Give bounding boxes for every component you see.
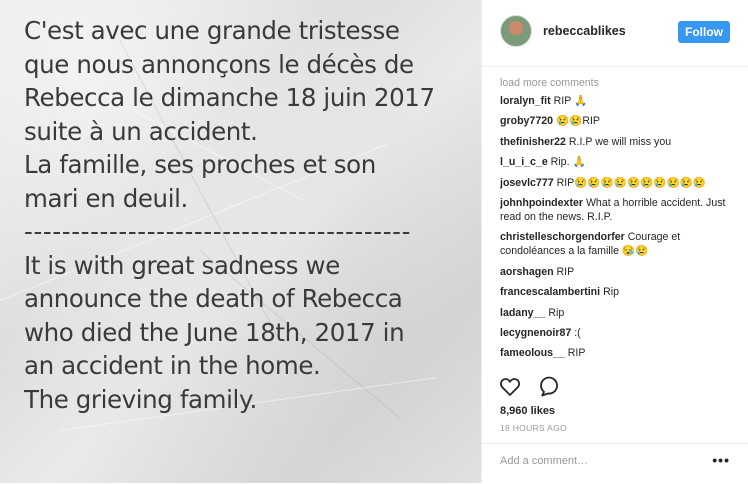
- comment-item: aorshagen RIP: [500, 265, 734, 279]
- comment-text: RIP😢😢😢😢😢😢😢😢😢😢: [556, 176, 707, 189]
- comment-icon[interactable]: [540, 376, 558, 397]
- comment-text: :(: [574, 326, 581, 339]
- text-line: mari en deuil.: [24, 183, 188, 213]
- comment-text: 😢😢RIP: [555, 115, 600, 128]
- comments-list: load more comments loralyn_fit RIP 🙏 grob…: [500, 76, 734, 366]
- comment-username[interactable]: johnhpoindexter: [500, 197, 583, 209]
- announcement-text: C'est avec une grande tristesse que nous…: [24, 14, 474, 416]
- text-line: Rebecca le dimanche 18 juin 2017: [24, 83, 435, 112]
- text-line: who died the June 18th, 2017 in: [24, 317, 405, 347]
- divider-line: ----------------------------------------…: [24, 217, 412, 246]
- add-comment-bar: Add a comment… •••: [482, 443, 748, 484]
- text-line: an accident in the home.: [24, 351, 321, 380]
- text-line: suite à un accident.: [24, 116, 258, 146]
- comment-text: RIP: [567, 347, 586, 360]
- comment-username[interactable]: christelleschorgendorfer: [500, 231, 625, 243]
- text-line: The grieving family.: [24, 384, 257, 414]
- comment-item: fameolous__ RIP: [500, 346, 734, 360]
- comment-username[interactable]: lecygnenoir87: [500, 327, 571, 339]
- comment-text: Rip: [603, 286, 619, 299]
- comment-item: christelleschorgendorfer Courage et cond…: [500, 230, 734, 258]
- comment-username[interactable]: ladany__: [500, 307, 545, 319]
- username-link[interactable]: rebeccablikes: [543, 24, 626, 38]
- comment-item: francescalambertini Rip: [500, 285, 734, 299]
- comment-username[interactable]: francescalambertini: [500, 286, 600, 298]
- post-photo[interactable]: C'est avec une grande tristesse que nous…: [0, 0, 481, 483]
- comment-item: thefinisher22 R.I.P we will miss you: [500, 135, 734, 149]
- post-sidebar: rebeccablikes Follow load more comments …: [481, 0, 748, 483]
- post-timestamp[interactable]: 18 HOURS AGO: [500, 423, 567, 433]
- post-header: rebeccablikes Follow: [482, 0, 748, 67]
- comment-text: RIP: [556, 265, 575, 278]
- comment-text: RIP 🙏: [553, 95, 588, 107]
- comment-item: lecygnenoir87 :(: [500, 326, 734, 340]
- text-line: It is with great sadness we: [24, 250, 340, 280]
- comment-item: loralyn_fit RIP 🙏: [500, 94, 734, 108]
- text-line: announce the death of Rebecca: [24, 284, 403, 313]
- text-line: La famille, ses proches et son: [24, 150, 376, 179]
- comment-item: johnhpoindexter What a horrible accident…: [500, 196, 734, 224]
- more-options-icon[interactable]: •••: [712, 452, 730, 468]
- comment-text: Rip: [548, 306, 565, 319]
- comment-username[interactable]: josevlc777: [500, 177, 554, 189]
- text-line: que nous annonçons le décès de: [24, 49, 414, 79]
- comment-username[interactable]: thefinisher22: [500, 136, 566, 148]
- likes-count[interactable]: 8,960 likes: [500, 405, 555, 417]
- follow-button[interactable]: Follow: [678, 21, 730, 43]
- text-line: C'est avec une grande tristesse: [24, 16, 400, 45]
- comment-item: groby7720 😢😢RIP: [500, 114, 734, 128]
- action-bar: [500, 376, 570, 398]
- comment-username[interactable]: loralyn_fit: [500, 95, 551, 107]
- add-comment-input[interactable]: Add a comment…: [500, 455, 588, 467]
- comment-item: josevlc777 RIP😢😢😢😢😢😢😢😢😢😢: [500, 176, 734, 190]
- comment-username[interactable]: aorshagen: [500, 266, 554, 278]
- comment-text: R.I.P we will miss you: [568, 135, 672, 148]
- comment-item: ladany__ Rip: [500, 306, 734, 320]
- comment-item: l_u_i_c_e Rip. 🙏: [500, 155, 734, 169]
- comment-text: Rip. 🙏: [550, 156, 586, 169]
- avatar[interactable]: [500, 15, 532, 47]
- comment-username[interactable]: groby7720: [500, 115, 553, 127]
- comment-username[interactable]: l_u_i_c_e: [500, 156, 548, 168]
- instagram-post: C'est avec une grande tristesse que nous…: [0, 0, 748, 483]
- load-more-comments-link[interactable]: load more comments: [500, 76, 734, 94]
- heart-icon[interactable]: [500, 378, 520, 396]
- comment-username[interactable]: fameolous__: [500, 347, 565, 359]
